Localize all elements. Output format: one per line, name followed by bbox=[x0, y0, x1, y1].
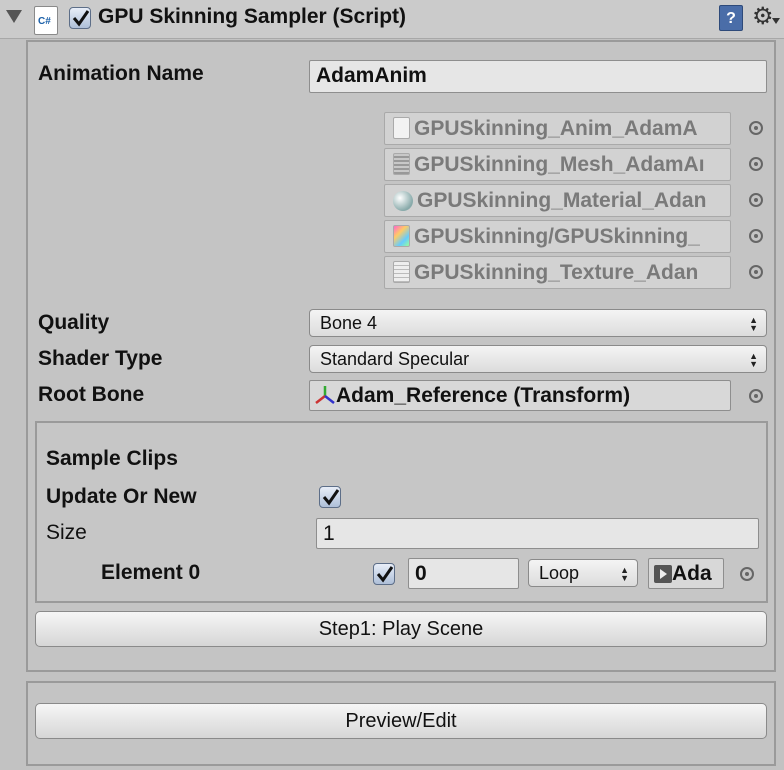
texture-asset-field[interactable]: GPUSkinning_Texture_Adan bbox=[384, 256, 731, 289]
material-asset-picker-icon[interactable] bbox=[749, 193, 763, 207]
animation-name-label: Animation Name bbox=[38, 62, 204, 85]
size-label: Size bbox=[46, 521, 87, 544]
csharp-script-icon: C# bbox=[34, 6, 58, 35]
animation-clip-icon bbox=[654, 565, 672, 583]
anim-asset-field[interactable]: GPUSkinning_Anim_AdamA bbox=[384, 112, 731, 145]
element-0-clip-name: Ada bbox=[672, 562, 712, 585]
shader-asset-field[interactable]: GPUSkinning/GPUSkinning_ bbox=[384, 220, 731, 253]
quality-value: Bone 4 bbox=[320, 313, 378, 333]
shader-type-dropdown[interactable]: Standard Specular ▲ ▼ bbox=[309, 345, 767, 373]
component-header: C# GPU Skinning Sampler (Script) ? ⚙ bbox=[0, 0, 784, 39]
texture-asset-picker-icon[interactable] bbox=[749, 265, 763, 279]
mesh-icon bbox=[393, 153, 410, 175]
element-0-clip-field[interactable]: Ada bbox=[648, 558, 724, 589]
dropdown-arrows-icon: ▲ ▼ bbox=[620, 565, 629, 583]
element-0-frame-input[interactable]: 0 bbox=[408, 558, 519, 589]
animation-name-input[interactable]: AdamAnim bbox=[309, 60, 767, 93]
shader-type-label: Shader Type bbox=[38, 347, 163, 370]
material-asset-name: GPUSkinning_Material_Adan bbox=[417, 189, 707, 212]
shader-type-value: Standard Specular bbox=[320, 349, 470, 369]
mesh-asset-name: GPUSkinning_Mesh_AdamAı bbox=[414, 153, 705, 176]
texture-asset-name: GPUSkinning_Texture_Adan bbox=[414, 261, 699, 284]
script-icon-text: C# bbox=[38, 16, 51, 27]
help-book-icon[interactable]: ? bbox=[719, 5, 743, 31]
component-enabled-checkbox[interactable] bbox=[69, 7, 91, 29]
anim-asset-picker-icon[interactable] bbox=[749, 121, 763, 135]
mesh-asset-picker-icon[interactable] bbox=[749, 157, 763, 171]
root-bone-field[interactable]: Adam_Reference (Transform) bbox=[309, 380, 731, 411]
shader-icon bbox=[393, 225, 410, 247]
play-scene-button[interactable]: Step1: Play Scene bbox=[35, 611, 767, 647]
sample-clips-heading: Sample Clips bbox=[46, 447, 178, 470]
shader-asset-name: GPUSkinning/GPUSkinning_ bbox=[414, 225, 700, 248]
size-input[interactable]: 1 bbox=[316, 518, 759, 549]
shader-asset-picker-icon[interactable] bbox=[749, 229, 763, 243]
root-bone-picker-icon[interactable] bbox=[749, 389, 763, 403]
component-title: GPU Skinning Sampler (Script) bbox=[98, 5, 407, 28]
file-icon bbox=[393, 117, 410, 139]
mesh-asset-field[interactable]: GPUSkinning_Mesh_AdamAı bbox=[384, 148, 731, 181]
gear-dropdown-caret-icon[interactable] bbox=[772, 18, 780, 24]
material-asset-field[interactable]: GPUSkinning_Material_Adan bbox=[384, 184, 731, 217]
quality-label: Quality bbox=[38, 311, 110, 334]
update-or-new-label: Update Or New bbox=[46, 485, 197, 508]
texture-icon bbox=[393, 261, 410, 283]
root-bone-label: Root Bone bbox=[38, 383, 145, 406]
anim-asset-name: GPUSkinning_Anim_AdamA bbox=[414, 117, 698, 140]
update-or-new-checkbox[interactable] bbox=[319, 486, 341, 508]
transform-icon bbox=[315, 386, 335, 404]
element-0-wrap-mode-dropdown[interactable]: Loop ▲ ▼ bbox=[528, 559, 638, 587]
element-0-label: Element 0 bbox=[101, 561, 201, 584]
quality-dropdown[interactable]: Bone 4 ▲ ▼ bbox=[309, 309, 767, 337]
element-0-wrap-mode-value: Loop bbox=[539, 563, 580, 583]
element-0-enabled-checkbox[interactable] bbox=[373, 563, 395, 585]
element-0-clip-picker-icon[interactable] bbox=[740, 567, 754, 581]
preview-edit-button[interactable]: Preview/Edit bbox=[35, 703, 767, 739]
foldout-arrow-icon[interactable] bbox=[6, 10, 22, 23]
dropdown-arrows-icon: ▲ ▼ bbox=[749, 351, 758, 369]
material-icon bbox=[393, 191, 413, 211]
dropdown-arrows-icon: ▲ ▼ bbox=[749, 315, 758, 333]
root-bone-value: Adam_Reference (Transform) bbox=[336, 384, 631, 407]
gear-icon[interactable]: ⚙ bbox=[752, 4, 774, 30]
